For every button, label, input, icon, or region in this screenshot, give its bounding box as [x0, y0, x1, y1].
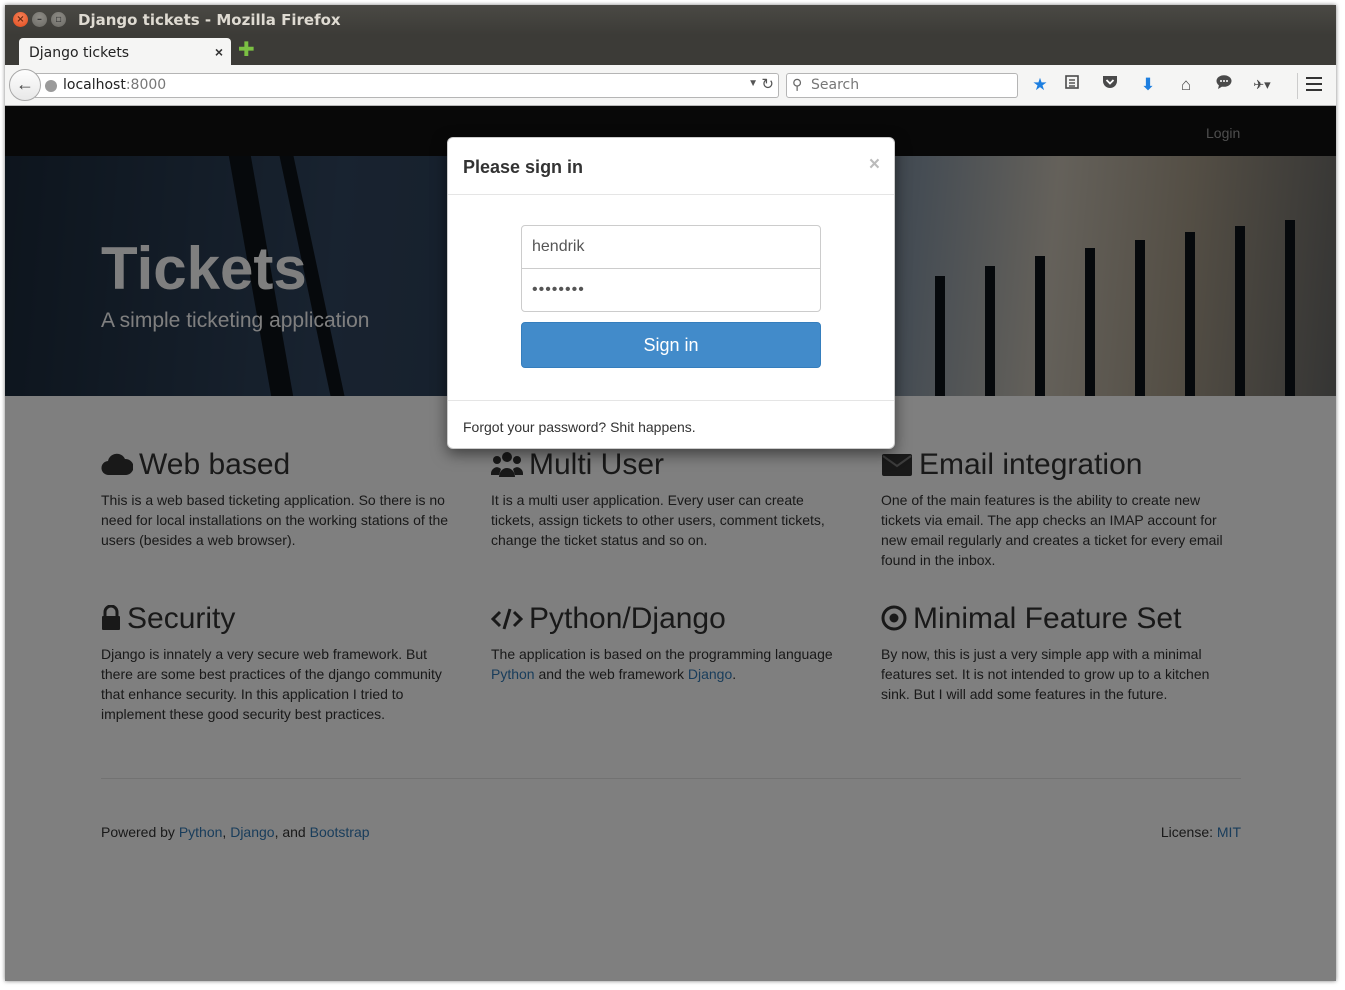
window-close-icon[interactable]: ×: [13, 12, 28, 27]
modal-header: Please sign in ×: [448, 138, 894, 195]
modal-footer: Forgot your password? Shit happens.: [448, 400, 894, 450]
search-placeholder: Search: [811, 77, 860, 93]
search-icon: ⚲: [792, 76, 803, 92]
chat-icon[interactable]: [1213, 74, 1235, 96]
modal-close-icon[interactable]: ×: [869, 154, 880, 176]
modal-title: Please sign in: [463, 157, 584, 177]
sign-in-button[interactable]: Sign in: [521, 322, 821, 368]
modal-body: Sign in: [448, 195, 894, 400]
tab-label: Django tickets: [29, 45, 130, 61]
forgot-password-text: Forgot your password? Shit happens.: [463, 419, 696, 435]
browser-window: × – ▫ Django tickets - Mozilla Firefox D…: [5, 5, 1336, 981]
window-minimize-icon[interactable]: –: [32, 12, 47, 27]
url-bar[interactable]: localhost:8000 ▼ ↻: [35, 73, 779, 98]
reading-list-icon[interactable]: [1061, 74, 1083, 96]
home-icon[interactable]: ⌂: [1175, 74, 1197, 96]
navigation-toolbar: localhost:8000 ▼ ↻ ← ⚲ Search ★ ⬇ ⌂ ✈▾: [5, 65, 1336, 106]
globe-icon: [45, 80, 57, 92]
pocket-icon[interactable]: [1099, 74, 1121, 96]
downloads-icon[interactable]: ⬇: [1137, 74, 1159, 96]
url-port: :8000: [125, 77, 167, 93]
reload-icon[interactable]: ↻: [761, 75, 774, 93]
menu-icon[interactable]: [1306, 77, 1322, 95]
tab-django-tickets[interactable]: Django tickets ×: [19, 38, 231, 67]
back-icon[interactable]: ←: [9, 69, 41, 101]
url-dropdown-icon[interactable]: ▼: [748, 78, 758, 89]
url-text: localhost:8000: [63, 77, 166, 93]
tab-close-icon[interactable]: ×: [215, 44, 223, 60]
search-input[interactable]: ⚲ Search: [786, 73, 1018, 98]
tab-strip: Django tickets × ✚: [5, 35, 1336, 67]
new-tab-icon[interactable]: ✚: [238, 39, 255, 61]
window-title: Django tickets - Mozilla Firefox: [78, 11, 341, 29]
window-maximize-icon[interactable]: ▫: [51, 12, 66, 27]
sign-in-modal: Please sign in × Sign in Forgot your pas…: [447, 137, 895, 449]
username-input[interactable]: [521, 225, 821, 269]
url-host: localhost: [63, 77, 126, 93]
toolbar-separator: [1297, 73, 1298, 99]
bookmark-star-icon[interactable]: ★: [1029, 74, 1051, 96]
title-bar: × – ▫ Django tickets - Mozilla Firefox: [5, 5, 1336, 35]
password-input[interactable]: [521, 268, 821, 312]
page-viewport: Login Tickets A simple ticketing applica…: [5, 106, 1336, 981]
extension-icon[interactable]: ✈▾: [1251, 74, 1273, 96]
